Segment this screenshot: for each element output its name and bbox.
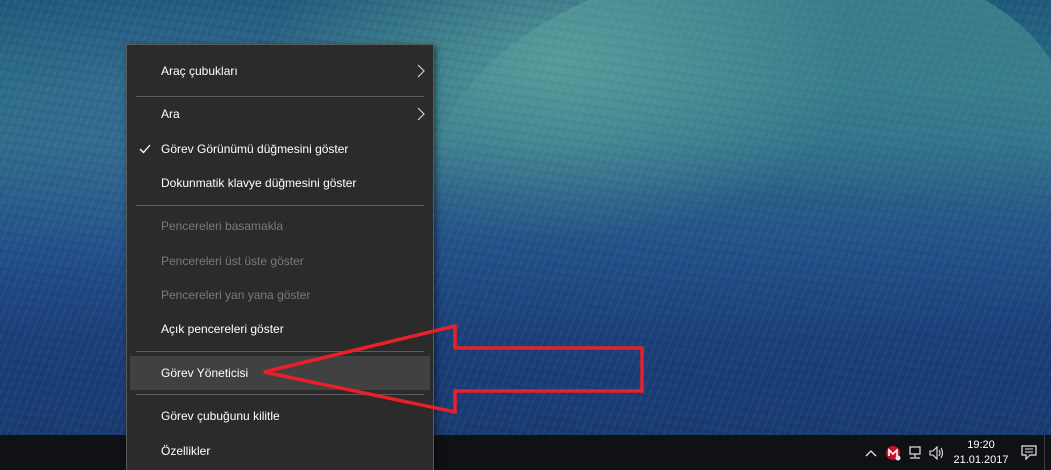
menu-item-label: Pencereleri yan yana göster <box>161 288 311 302</box>
menu-item-label: Ara <box>161 107 180 121</box>
clock-date: 21.01.2017 <box>953 453 1009 466</box>
menu-item-show-desktop[interactable]: Açık pencereleri göster <box>127 312 433 346</box>
show-desktop-button[interactable] <box>1044 435 1051 470</box>
chevron-right-icon <box>417 97 425 131</box>
taskbar-clock[interactable]: 19:20 21.01.2017 <box>948 435 1014 470</box>
menu-item-side-by-side-windows: Pencereleri yan yana göster <box>127 278 433 312</box>
menu-item-properties[interactable]: Özellikler <box>127 434 433 468</box>
menu-item-toolbars[interactable]: Araç çubukları <box>127 54 433 88</box>
menu-item-show-task-view-button[interactable]: Görev Görünümü düğmesini göster <box>127 132 433 166</box>
menu-separator <box>136 394 424 395</box>
network-icon[interactable] <box>904 435 926 470</box>
menu-item-label: Özellikler <box>161 444 211 458</box>
chevron-right-icon <box>417 54 425 88</box>
menu-item-lock-taskbar[interactable]: Görev çubuğunu kilitle <box>127 399 433 433</box>
menu-separator <box>136 351 424 352</box>
menu-item-task-manager[interactable]: Görev Yöneticisi <box>130 356 430 390</box>
checkmark-icon <box>139 132 151 166</box>
wallpaper-wave <box>406 0 1051 383</box>
menu-item-label: Dokunmatik klavye düğmesini göster <box>161 176 357 190</box>
desktop-wallpaper: 19:20 21.01.2017 Araç çubukları Ara Göre… <box>0 0 1051 470</box>
chevron-up-icon[interactable] <box>860 435 882 470</box>
menu-item-label: Görev Görünümü düğmesini göster <box>161 142 349 156</box>
menu-item-label: Araç çubukları <box>161 64 238 78</box>
menu-separator <box>136 205 424 206</box>
menu-item-stack-windows: Pencereleri üst üste göster <box>127 244 433 278</box>
volume-icon[interactable] <box>926 435 948 470</box>
system-tray: 19:20 21.01.2017 <box>860 435 1051 470</box>
menu-item-label: Görev çubuğunu kilitle <box>161 409 280 423</box>
mcafee-icon[interactable] <box>882 435 904 470</box>
menu-item-label: Açık pencereleri göster <box>161 322 284 336</box>
menu-item-label: Pencereleri üst üste göster <box>161 254 304 268</box>
clock-time: 19:20 <box>967 438 995 451</box>
menu-item-search[interactable]: Ara <box>127 97 433 131</box>
menu-item-label: Görev Yöneticisi <box>161 366 249 380</box>
menu-item-label: Pencereleri basamakla <box>161 219 284 233</box>
taskbar-context-menu: Araç çubukları Ara Görev Görünümü düğmes… <box>126 44 434 470</box>
menu-item-show-touch-keyboard-button[interactable]: Dokunmatik klavye düğmesini göster <box>127 166 433 200</box>
menu-item-cascade-windows: Pencereleri basamakla <box>127 209 433 243</box>
notification-icon[interactable] <box>1014 435 1044 470</box>
